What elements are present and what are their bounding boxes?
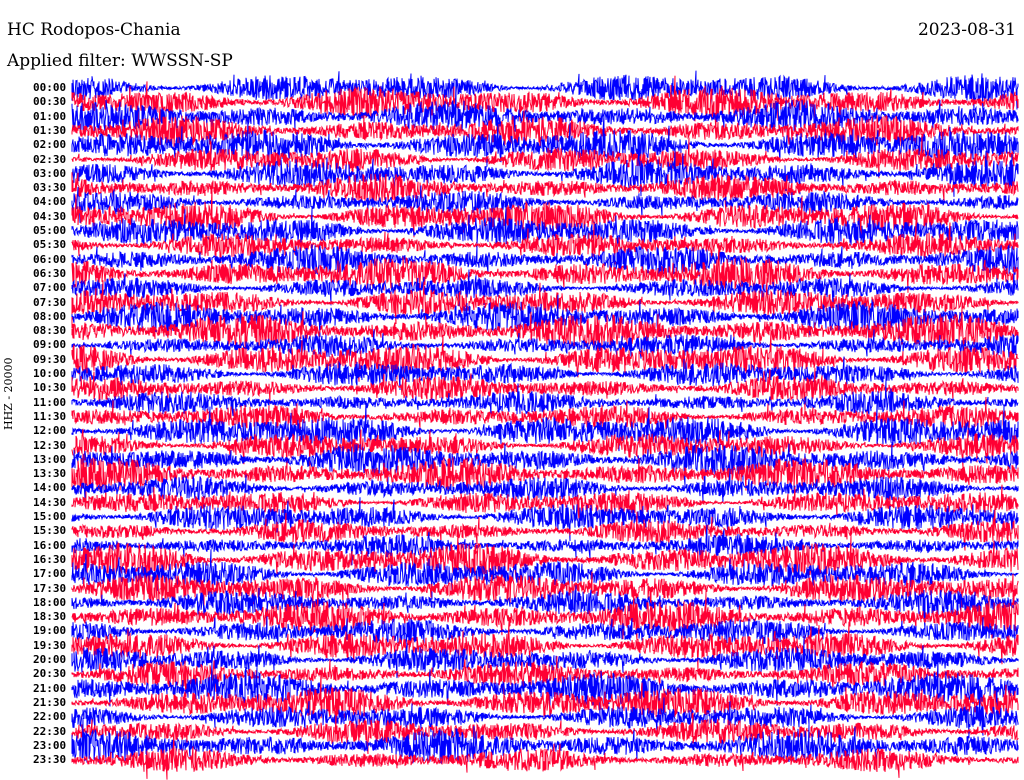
- time-tick-label: 07:30: [33, 295, 67, 309]
- time-tick-label: 23:00: [33, 738, 67, 752]
- time-tick-label: 00:00: [33, 81, 67, 94]
- time-tick-label: 02:30: [33, 152, 67, 166]
- time-tick-label: 20:00: [33, 653, 67, 666]
- time-tick-label: 14:00: [33, 481, 67, 495]
- time-tick-label: 19:00: [33, 624, 67, 638]
- time-tick-label: 19:30: [33, 638, 67, 652]
- time-tick-label: 07:00: [33, 281, 67, 295]
- time-tick-label: 12:00: [33, 424, 67, 438]
- time-tick-label: 10:00: [33, 367, 67, 380]
- time-tick-label: 21:30: [33, 695, 67, 709]
- time-tick-label: 03:00: [33, 166, 67, 180]
- time-tick-label: 22:00: [33, 710, 67, 724]
- time-tick-label: 13:00: [33, 452, 67, 466]
- time-tick-label: 01:30: [33, 123, 67, 137]
- time-tick-label: 05:30: [33, 238, 67, 252]
- time-tick-label: 11:30: [33, 409, 67, 423]
- time-tick-label: 16:00: [33, 538, 67, 552]
- trace-2330: [71, 734, 1019, 780]
- time-tick-label: 15:30: [33, 524, 67, 538]
- time-tick-label: 16:30: [33, 552, 67, 566]
- helicorder-plot: [71, 70, 1019, 780]
- time-tick-label: 06:00: [33, 252, 67, 266]
- time-tick-label: 01:00: [33, 109, 67, 123]
- time-tick-label: 11:00: [33, 395, 67, 409]
- time-tick-label: 03:30: [33, 181, 67, 195]
- time-tick-label: 14:30: [33, 495, 67, 509]
- time-tick-label: 15:00: [33, 510, 67, 523]
- time-tick-label: 08:00: [33, 309, 67, 323]
- time-tick-label: 13:30: [33, 467, 67, 481]
- time-tick-label: 04:00: [33, 195, 67, 209]
- time-tick-label: 10:30: [33, 381, 67, 395]
- time-tick-label: 22:30: [33, 724, 67, 738]
- time-tick-label: 18:30: [33, 610, 67, 624]
- time-tick-label: 09:00: [33, 338, 67, 352]
- time-tick-label: 18:00: [33, 595, 67, 609]
- time-tick-label: 06:30: [33, 266, 67, 280]
- time-tick-label: 21:00: [33, 681, 67, 695]
- trace-0330: [71, 172, 1019, 213]
- trace-1200: [71, 400, 1019, 458]
- time-tick-label: 23:30: [33, 753, 67, 767]
- time-tick-label: 08:30: [33, 324, 67, 338]
- time-tick-label: 17:00: [33, 567, 67, 581]
- time-tick-label: 05:00: [33, 224, 67, 237]
- time-tick-label: 09:30: [33, 352, 67, 366]
- time-tick-label: 04:30: [33, 209, 67, 223]
- time-tick-label: 00:30: [33, 95, 67, 109]
- time-tick-label: 17:30: [33, 581, 67, 595]
- time-tick-label: 02:00: [33, 138, 67, 152]
- time-tick-label: 12:30: [33, 438, 67, 452]
- time-tick-label: 20:30: [33, 667, 67, 681]
- trace-0000: [71, 70, 1019, 117]
